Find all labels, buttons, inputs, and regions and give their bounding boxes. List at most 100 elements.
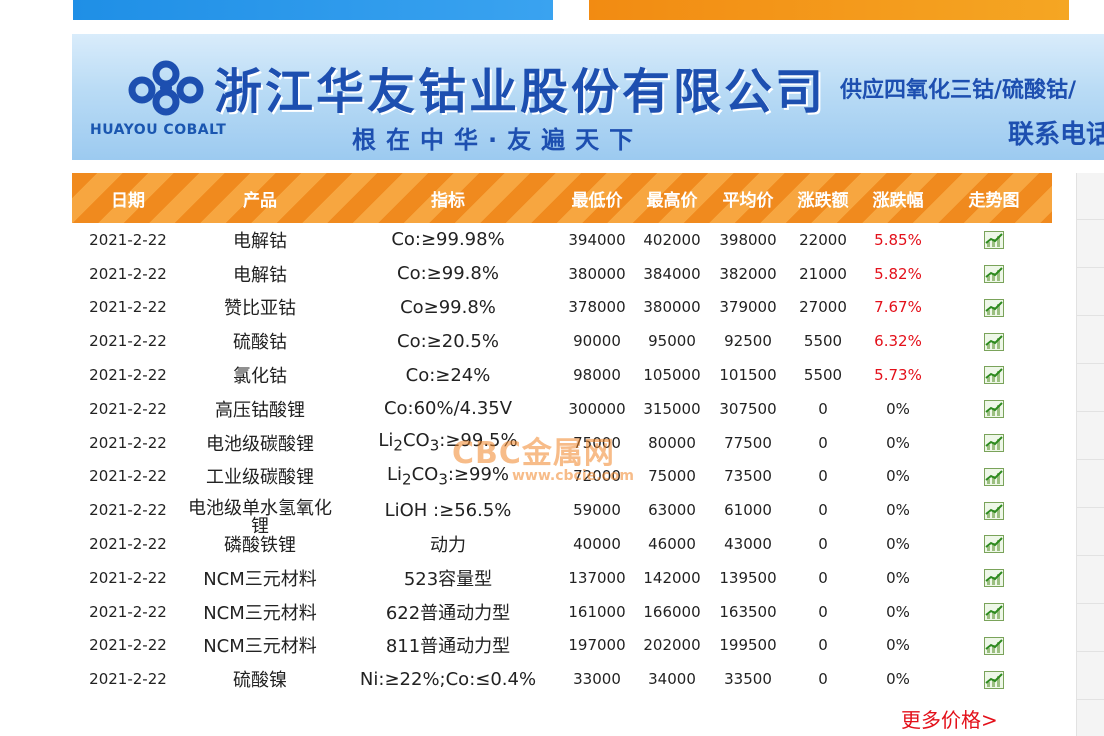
cell-low: 378000 [568,298,626,317]
cell-avg: 92500 [724,332,772,351]
cell-spec: 622普通动力型 [385,602,511,624]
cell-pct: 0% [886,535,910,554]
cell-spec: Co:≥99.8% [397,263,499,285]
trend-chart-icon[interactable] [984,569,1004,588]
cell-pct: 0% [886,467,910,486]
cell-product: NCM三元材料 [203,602,317,624]
cell-trend [936,264,1052,283]
cell-low: 197000 [568,636,626,655]
cell-avg: 382000 [719,264,777,283]
cell-high: 384000 [643,264,701,283]
cell-low: 137000 [568,568,626,587]
cell-high: 202000 [643,636,701,655]
trend-chart-icon[interactable] [984,400,1004,419]
contact-text: 联系电话 [1008,120,1104,150]
cell-change: 0 [818,501,828,520]
huayou-ad-banner[interactable]: HUAYOU COBALT 浙江华友钴业股份有限公司 根在中华·友遍天下 供应四… [72,34,1104,160]
cell-change: 0 [818,467,828,486]
top-banner-right[interactable] [589,0,1069,20]
top-banner-left[interactable] [73,0,553,20]
cell-high: 105000 [643,366,701,385]
cell-avg: 307500 [719,399,777,418]
cell-avg: 43000 [724,535,772,554]
cell-low: 40000 [573,535,621,554]
cell-high: 34000 [648,670,696,689]
table-row: 2021-2-22 电池级单水氢氧化锂 LiOH :≥56.5% 59000 63000… [72,493,1052,536]
cell-avg: 199500 [719,636,777,655]
cell-change: 5500 [803,332,843,351]
cell-change: 0 [818,535,828,554]
table-row: 2021-2-22 氯化钴 Co:≥24% 98000 105000 101500 5500… [72,358,1052,392]
cell-spec: 动力 [430,535,466,557]
cell-product: 工业级碳酸锂 [206,467,314,489]
trend-chart-icon[interactable] [984,433,1004,452]
cell-low: 161000 [568,602,626,621]
trend-chart-icon[interactable] [984,467,1004,486]
cell-high: 380000 [643,298,701,317]
cell-pct: 5.82% [874,264,922,283]
cell-pct: 0% [886,433,910,452]
cell-date: 2021-2-22 [89,568,167,587]
trend-chart-icon[interactable] [984,366,1004,385]
cell-avg: 379000 [719,298,777,317]
table-header: 日期 产品 指标 最低价 最高价 平均价 涨跌额 涨跌幅 走势图 [72,173,1052,223]
trend-chart-icon[interactable] [984,670,1004,689]
cell-change: 0 [818,433,828,452]
header-high: 最高价 [646,190,698,211]
trend-chart-icon[interactable] [984,264,1004,283]
cell-product: 电池级单水氢氧化锂 [188,498,332,538]
trend-chart-icon[interactable] [984,231,1004,250]
trend-chart-icon[interactable] [984,636,1004,655]
cell-trend [936,636,1052,655]
cell-high: 166000 [643,602,701,621]
trend-chart-icon[interactable] [984,298,1004,317]
cell-spec: 811普通动力型 [385,636,511,658]
header-pct: 涨跌幅 [872,190,924,211]
cell-high: 142000 [643,568,701,587]
cell-spec: Co≥99.8% [400,296,496,318]
cell-trend [936,569,1052,588]
table-row: 2021-2-22 硫酸镍 Ni:≥22%;Co:≤0.4% 33000 34000 33… [72,662,1052,696]
trend-chart-icon[interactable] [984,535,1004,554]
cell-trend [936,231,1052,250]
cell-date: 2021-2-22 [89,535,167,554]
cell-high: 95000 [648,332,696,351]
cell-high: 46000 [648,535,696,554]
cell-product: 电池级碳酸锂 [206,433,314,455]
cell-trend [936,535,1052,554]
cell-change: 0 [818,636,828,655]
header-avg: 平均价 [722,190,774,211]
cell-date: 2021-2-22 [89,467,167,486]
cell-avg: 139500 [719,568,777,587]
cell-change: 0 [818,670,828,689]
cell-change: 0 [818,568,828,587]
header-trend: 走势图 [968,190,1020,211]
cell-avg: 163500 [719,602,777,621]
cell-date: 2021-2-22 [89,230,167,249]
table-row: 2021-2-22 NCM三元材料 811普通动力型 197000 202000 1995… [72,629,1052,663]
cell-low: 98000 [573,366,621,385]
cell-product: 赞比亚钴 [224,298,296,320]
cell-pct: 0% [886,636,910,655]
cell-trend [936,366,1052,385]
trend-chart-icon[interactable] [984,332,1004,351]
cell-pct: 5.85% [874,230,922,249]
cell-pct: 0% [886,501,910,520]
cell-product: 硫酸钴 [233,332,287,354]
cell-avg: 77500 [724,433,772,452]
table-row: 2021-2-22 NCM三元材料 523容量型 137000 142000 139500… [72,561,1052,595]
cell-low: 75000 [573,433,621,452]
slogan: 根在中华·友遍天下 [352,126,644,154]
cell-product: 氯化钴 [233,366,287,388]
price-table: 日期 产品 指标 最低价 最高价 平均价 涨跌额 涨跌幅 走势图 2021-2-… [72,173,1052,696]
cell-pct: 5.73% [874,366,922,385]
cell-spec: Ni:≥22%;Co:≤0.4% [359,668,537,690]
cell-avg: 61000 [724,501,772,520]
trend-chart-icon[interactable] [984,501,1004,520]
table-row: 2021-2-22 电解钴 Co:≥99.8% 380000 384000 382000 2… [72,257,1052,291]
cell-spec: Co:≥20.5% [397,330,499,352]
more-prices-link[interactable]: 更多价格> [901,704,998,733]
trend-chart-icon[interactable] [984,602,1004,621]
cell-product: NCM三元材料 [203,636,317,658]
cell-low: 59000 [573,501,621,520]
